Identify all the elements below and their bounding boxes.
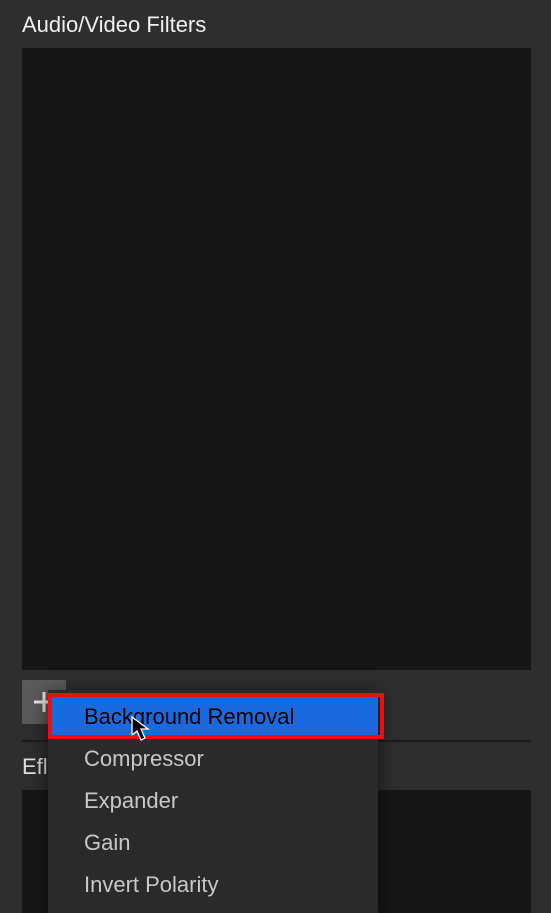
menu-item-label: Invert Polarity: [84, 872, 219, 897]
menu-item-compressor[interactable]: Compressor: [48, 738, 378, 780]
menu-item-label: Gain: [84, 830, 130, 855]
menu-item-label: Compressor: [84, 746, 204, 771]
menu-item-background-removal[interactable]: Background Removal: [48, 696, 378, 738]
menu-item-invert-polarity[interactable]: Invert Polarity: [48, 864, 378, 906]
menu-item-gain[interactable]: Gain: [48, 822, 378, 864]
add-filter-menu: Background Removal Compressor Expander G…: [48, 690, 378, 913]
panel-title: Audio/Video Filters: [22, 12, 206, 38]
filters-panel: Audio/Video Filters Efl Background Remov…: [0, 0, 551, 913]
menu-item-label: Background Removal: [84, 704, 294, 729]
effect-filters-label: Efl: [22, 754, 48, 780]
menu-item-label: Expander: [84, 788, 178, 813]
menu-item-expander[interactable]: Expander: [48, 780, 378, 822]
audio-video-filter-list[interactable]: [22, 48, 531, 670]
